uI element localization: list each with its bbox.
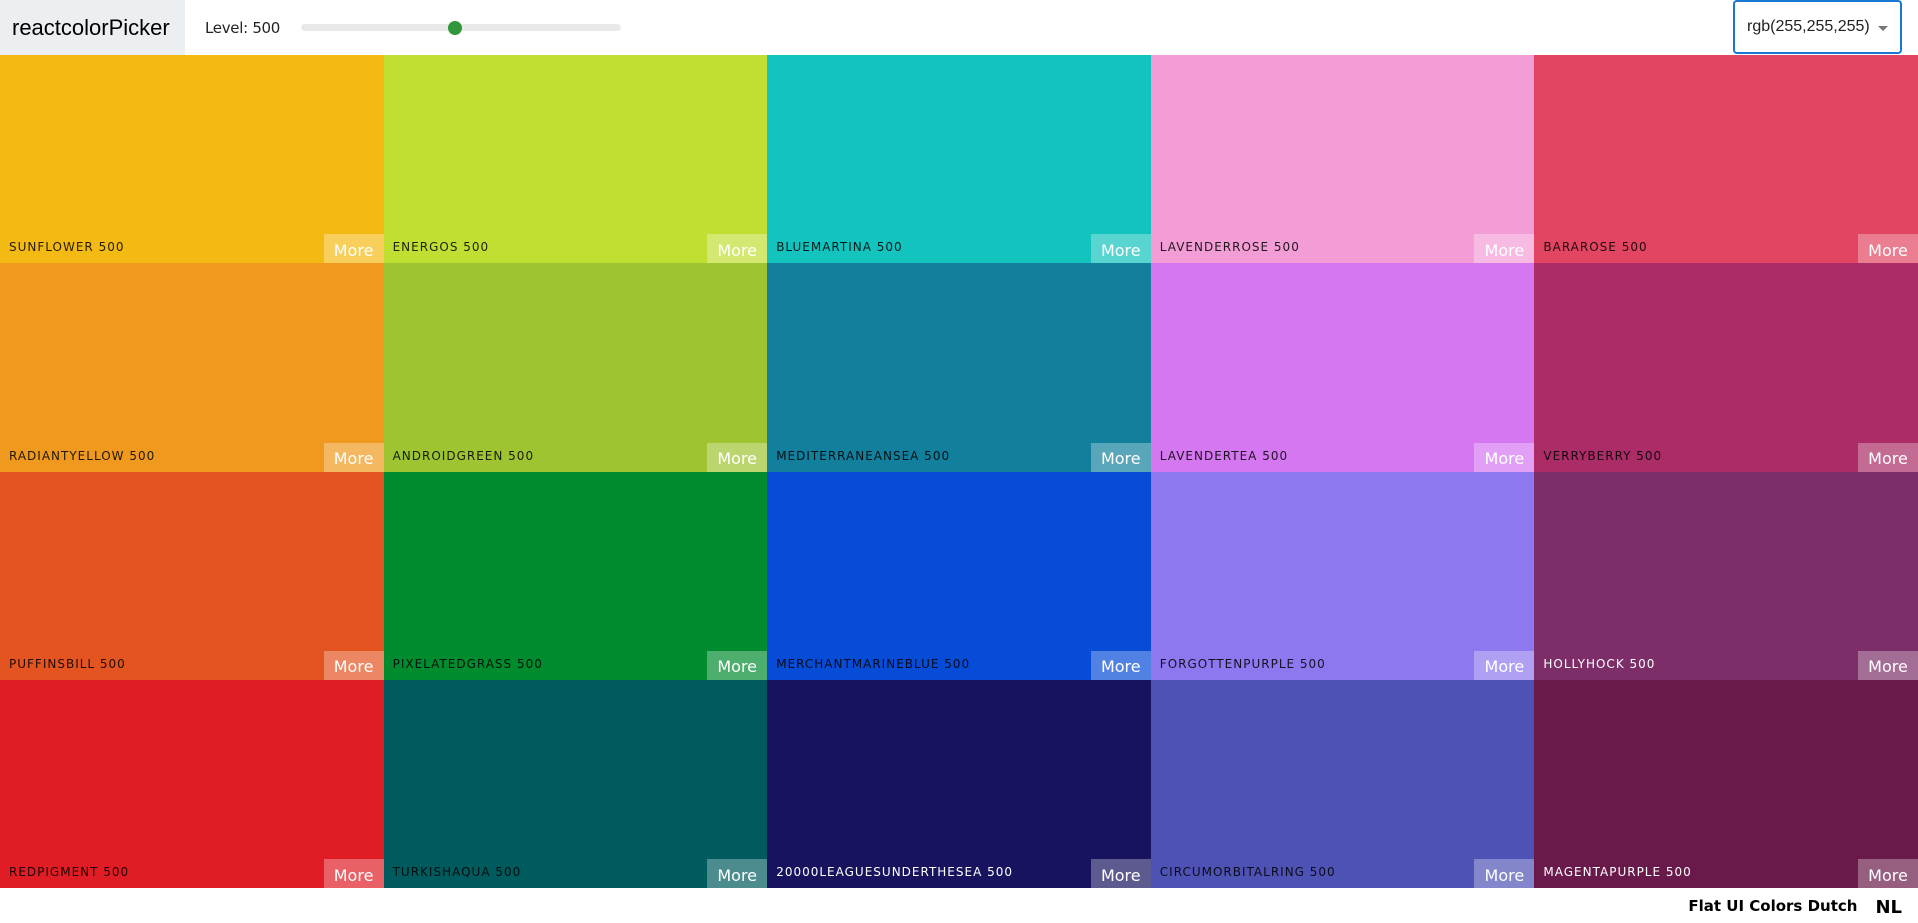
more-button[interactable]: More	[1474, 859, 1535, 888]
logo[interactable]: reactcolorPicker	[0, 0, 185, 55]
color-box[interactable]: HOLLYHOCK 500 More	[1534, 471, 1918, 680]
color-name: MERCHANTMARINEBLUE 500	[776, 656, 971, 671]
color-box[interactable]: MEDITERRANEANSEA 500 More	[767, 263, 1151, 472]
color-box[interactable]: ANDROIDGREEN 500 More	[383, 263, 768, 472]
level-label: Level: 500	[205, 18, 281, 37]
more-button[interactable]: More	[707, 859, 768, 888]
color-name: PIXELATEDGRASS 500	[392, 656, 543, 671]
color-box[interactable]: MERCHANTMARINEBLUE 500 More	[767, 471, 1151, 680]
more-button[interactable]: More	[1474, 234, 1535, 264]
color-box[interactable]: 20000LEAGUESUNDERTHESEA 500 More	[767, 679, 1151, 888]
color-name: TURKISHAQUA 500	[392, 865, 522, 879]
more-button[interactable]: More	[1858, 650, 1918, 680]
more-button[interactable]: More	[1090, 234, 1151, 264]
color-name: MEDITERRANEANSEA 500	[776, 448, 951, 463]
color-name: VERRYBERRY 500	[1543, 448, 1663, 463]
level-control: Level: 500	[205, 18, 622, 37]
color-box[interactable]: CIRCUMORBITALRING 500 More	[1150, 679, 1535, 888]
color-name: SUNFLOWER 500	[9, 240, 125, 255]
color-name: RADIANTYELLOW 500	[9, 448, 156, 463]
more-button[interactable]: More	[1858, 442, 1918, 472]
more-button[interactable]: More	[1090, 859, 1151, 888]
color-box[interactable]: PIXELATEDGRASS 500 More	[383, 471, 768, 680]
palette-name: Flat UI Colors Dutch	[1688, 896, 1858, 915]
color-name: ANDROIDGREEN 500	[392, 448, 535, 463]
color-box[interactable]: BLUEMARTINA 500 More	[767, 55, 1151, 264]
color-box[interactable]: TURKISHAQUA 500 More	[383, 679, 768, 888]
color-name: HOLLYHOCK 500	[1543, 656, 1656, 671]
color-box[interactable]: FORGOTTENPURPLE 500 More	[1150, 471, 1535, 680]
color-name: FORGOTTENPURPLE 500	[1159, 656, 1326, 671]
more-button[interactable]: More	[323, 234, 384, 264]
color-name: CIRCUMORBITALRING 500	[1159, 865, 1336, 879]
more-button[interactable]: More	[1090, 650, 1151, 680]
palette-grid: SUNFLOWER 500 More ENERGOS 500 More BLUEMART…	[0, 55, 1918, 888]
color-box[interactable]: BARAROSE 500 More	[1534, 55, 1918, 264]
more-button[interactable]: More	[1858, 859, 1918, 888]
color-name: BARAROSE 500	[1543, 240, 1648, 255]
color-box[interactable]: RADIANTYELLOW 500 More	[0, 263, 384, 472]
color-box[interactable]: REDPIGMENT 500 More	[0, 679, 384, 888]
more-button[interactable]: More	[323, 650, 384, 680]
more-button[interactable]: More	[707, 442, 768, 472]
color-name: LAVENDERTEA 500	[1159, 448, 1289, 463]
color-box[interactable]: MAGENTAPURPLE 500 More	[1534, 679, 1918, 888]
color-box[interactable]: SUNFLOWER 500 More	[0, 55, 384, 264]
color-box[interactable]: LAVENDERTEA 500 More	[1150, 263, 1535, 472]
dropdown-arrow-icon	[1878, 26, 1888, 31]
color-name: 20000LEAGUESUNDERTHESEA 500	[776, 865, 1014, 879]
more-button[interactable]: More	[707, 234, 768, 264]
color-name: BLUEMARTINA 500	[776, 240, 903, 255]
color-box[interactable]: ENERGOS 500 More	[383, 55, 768, 264]
color-name: LAVENDERROSE 500	[1159, 240, 1300, 255]
palette-footer: Flat UI Colors Dutch NL	[0, 888, 1918, 923]
more-button[interactable]: More	[1474, 442, 1535, 472]
color-name: REDPIGMENT 500	[9, 865, 130, 879]
more-button[interactable]: More	[323, 442, 384, 472]
color-box[interactable]: VERRYBERRY 500 More	[1534, 263, 1918, 472]
color-name: MAGENTAPURPLE 500	[1543, 865, 1692, 879]
color-format-select[interactable]: rgb(255,255,255)	[1733, 0, 1902, 54]
color-format-value: rgb(255,255,255)	[1747, 18, 1870, 35]
color-box[interactable]: PUFFINSBILL 500 More	[0, 471, 384, 680]
more-button[interactable]: More	[323, 859, 384, 888]
more-button[interactable]: More	[1474, 650, 1535, 680]
navbar: reactcolorPicker Level: 500 rgb(255,255,…	[0, 0, 1918, 55]
more-button[interactable]: More	[1090, 442, 1151, 472]
color-name: ENERGOS 500	[392, 240, 490, 255]
more-button[interactable]: More	[1858, 234, 1918, 264]
more-button[interactable]: More	[707, 650, 768, 680]
palette-emoji: NL	[1875, 897, 1902, 918]
color-name: PUFFINSBILL 500	[9, 656, 126, 671]
color-box[interactable]: LAVENDERROSE 500 More	[1150, 55, 1535, 264]
slider-thumb[interactable]	[447, 20, 462, 35]
level-slider[interactable]	[301, 20, 622, 35]
